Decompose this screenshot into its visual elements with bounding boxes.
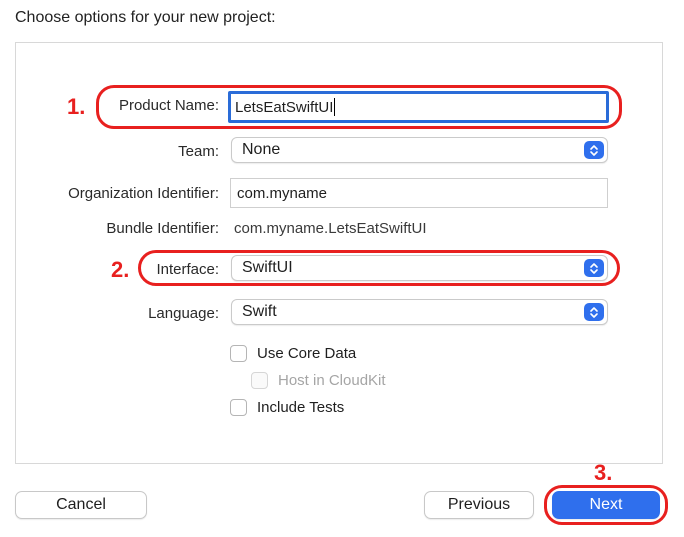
host-in-cloudkit-option: Host in CloudKit bbox=[251, 372, 386, 389]
organization-identifier-label: Organization Identifier: bbox=[68, 185, 219, 202]
annotation-ring-interface bbox=[138, 250, 620, 286]
team-popup[interactable]: None bbox=[231, 137, 608, 163]
language-popup[interactable]: Swift bbox=[231, 299, 608, 325]
bundle-identifier-value: com.myname.LetsEatSwiftUI bbox=[234, 220, 427, 237]
bundle-identifier-label: Bundle Identifier: bbox=[106, 220, 219, 237]
chevron-up-down-icon bbox=[584, 303, 604, 321]
include-tests-option[interactable]: Include Tests bbox=[230, 399, 344, 416]
cancel-button[interactable]: Cancel bbox=[15, 491, 147, 519]
use-core-data-label: Use Core Data bbox=[257, 345, 357, 362]
annotation-step-1: 1. bbox=[67, 94, 86, 119]
use-core-data-option[interactable]: Use Core Data bbox=[230, 345, 356, 362]
annotation-step-2: 2. bbox=[111, 257, 130, 282]
language-value: Swift bbox=[242, 303, 277, 320]
use-core-data-checkbox[interactable] bbox=[230, 345, 247, 362]
include-tests-label: Include Tests bbox=[257, 399, 345, 416]
annotation-ring-next bbox=[544, 485, 668, 525]
organization-identifier-value: com.myname bbox=[237, 184, 328, 202]
include-tests-checkbox[interactable] bbox=[230, 399, 247, 416]
new-project-options-dialog: Choose options for your new project: Pro… bbox=[0, 0, 684, 537]
team-value: None bbox=[242, 141, 281, 158]
annotation-step-3: 3. bbox=[594, 460, 613, 485]
annotation-ring-product-name bbox=[96, 85, 622, 129]
previous-button[interactable]: Previous bbox=[424, 491, 534, 519]
language-label: Language: bbox=[148, 305, 219, 322]
host-in-cloudkit-checkbox bbox=[251, 372, 268, 389]
chevron-up-down-icon bbox=[584, 141, 604, 159]
dialog-title: Choose options for your new project: bbox=[15, 9, 276, 26]
team-label: Team: bbox=[178, 143, 219, 160]
organization-identifier-field[interactable]: com.myname bbox=[230, 178, 608, 208]
host-in-cloudkit-label: Host in CloudKit bbox=[278, 372, 386, 389]
